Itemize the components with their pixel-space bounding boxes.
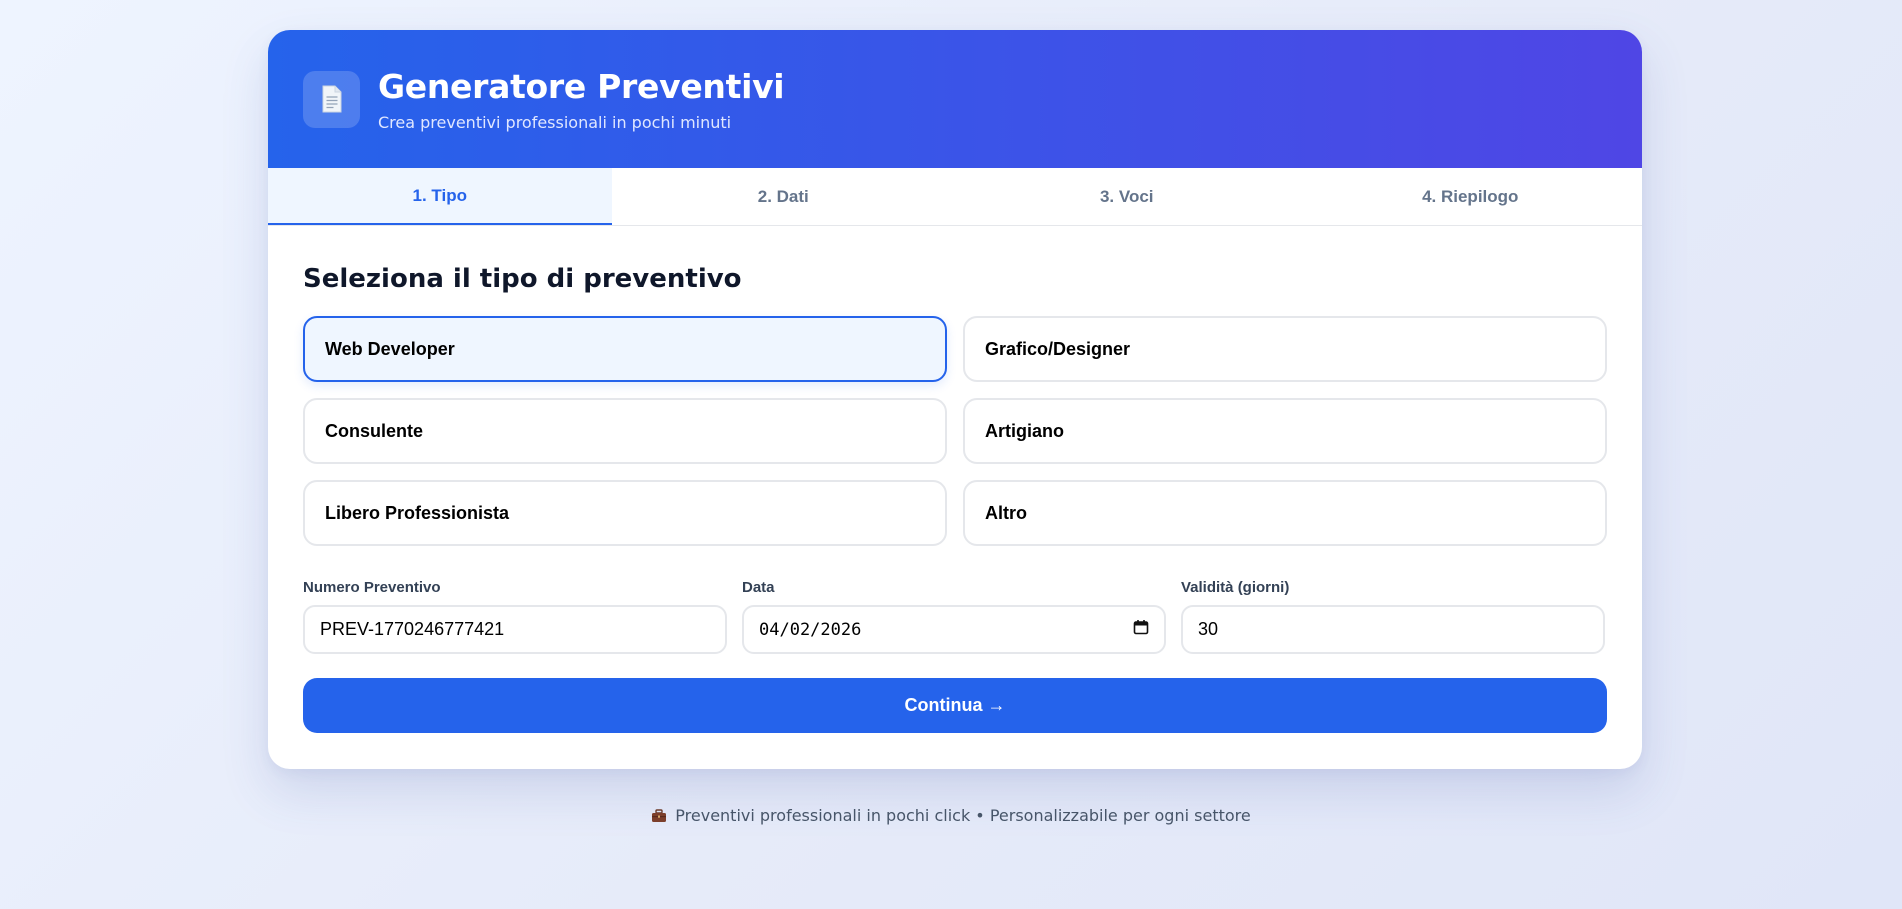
validita-label: Validità (giorni) xyxy=(1181,579,1290,596)
field-validita-group: Validità (giorni) 30 xyxy=(1181,579,1605,654)
footer: Preventivi professionali in pochi click … xyxy=(0,806,1902,825)
footer-text: Preventivi professionali in pochi click … xyxy=(675,806,1251,825)
numero-preventivo-label: Numero Preventivo xyxy=(303,579,441,596)
step-tabs: 1. Tipo 2. Dati 3. Voci 4. Riepilogo xyxy=(268,168,1642,226)
tab-tipo[interactable]: 1. Tipo xyxy=(268,168,612,225)
field-data-group: Data 04/02/2026 xyxy=(742,579,1166,654)
data-value: 04/02/2026 xyxy=(759,619,862,640)
numero-preventivo-input[interactable]: PREV-1770246777421 xyxy=(303,605,727,654)
quote-generator-card: Generatore Preventivi Crea preventivi pr… xyxy=(268,30,1642,769)
type-options-grid: Web Developer Grafico/Designer Consulent… xyxy=(303,316,1607,546)
validita-input[interactable]: 30 xyxy=(1181,605,1605,654)
tab-riepilogo[interactable]: 4. Riepilogo xyxy=(1299,168,1643,225)
numero-preventivo-value: PREV-1770246777421 xyxy=(320,619,505,639)
type-option-altro[interactable]: Altro xyxy=(963,480,1607,546)
type-option-artigiano[interactable]: Artigiano xyxy=(963,398,1607,464)
continue-button[interactable]: Continua → xyxy=(303,678,1607,733)
data-label: Data xyxy=(742,579,775,596)
data-input[interactable]: 04/02/2026 xyxy=(742,605,1166,654)
tab-voci[interactable]: 3. Voci xyxy=(955,168,1299,225)
page-title: Generatore Preventivi xyxy=(378,66,785,106)
calendar-icon[interactable] xyxy=(1133,619,1149,640)
step-body: Seleziona il tipo di preventivo Web Deve… xyxy=(268,226,1642,733)
type-option-consulente[interactable]: Consulente xyxy=(303,398,947,464)
field-numero-group: Numero Preventivo PREV-1770246777421 xyxy=(303,579,727,654)
briefcase-icon xyxy=(651,808,667,823)
validita-value: 30 xyxy=(1198,619,1219,639)
document-icon xyxy=(303,70,360,128)
type-option-libero-professionista[interactable]: Libero Professionista xyxy=(303,480,947,546)
page-subtitle: Crea preventivi professionali in pochi m… xyxy=(378,112,732,132)
section-title: Seleziona il tipo di preventivo xyxy=(303,264,742,294)
tab-dati[interactable]: 2. Dati xyxy=(612,168,956,225)
header: Generatore Preventivi Crea preventivi pr… xyxy=(268,30,1642,168)
quote-fields: Numero Preventivo PREV-1770246777421 Dat… xyxy=(303,579,1607,654)
header-text: Generatore Preventivi Crea preventivi pr… xyxy=(378,66,785,132)
type-option-grafico-designer[interactable]: Grafico/Designer xyxy=(963,316,1607,382)
type-option-web-developer[interactable]: Web Developer xyxy=(303,316,947,382)
